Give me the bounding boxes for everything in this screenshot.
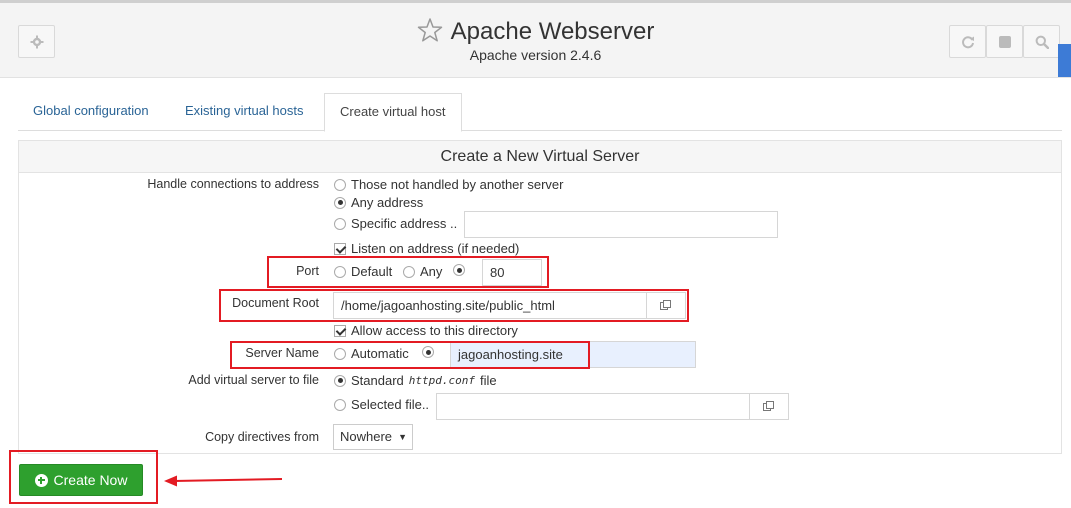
tab-existing-virtual-hosts[interactable]: Existing virtual hosts [170, 93, 319, 131]
allow-access[interactable]: Allow access to this directory [334, 323, 518, 338]
specific-address-input[interactable] [464, 211, 778, 238]
search-button[interactable] [1023, 25, 1060, 58]
handle-option-not-handled-label: Those not handled by another server [351, 177, 564, 192]
allow-access-label: Allow access to this directory [351, 323, 518, 338]
tab-global-configuration[interactable]: Global configuration [18, 93, 164, 131]
selected-file-chooser-button[interactable] [749, 393, 789, 420]
page-subtitle: Apache version 2.4.6 [469, 47, 602, 63]
pointer-arrow [164, 475, 283, 487]
page-header: Apache Webserver Apache version 2.4.6 [0, 3, 1071, 78]
plus-circle-icon [34, 473, 48, 487]
radio-selected-file[interactable] [334, 398, 346, 411]
side-panel-tab[interactable] [1058, 44, 1071, 77]
radio-specific-address[interactable] [334, 217, 346, 230]
title-area: Apache Webserver Apache version 2.4.6 [0, 17, 1071, 63]
stop-button[interactable] [986, 25, 1023, 58]
page-title: Apache Webserver [450, 17, 655, 45]
add-to-file-selected-label: Selected file.. [351, 397, 430, 412]
server-name-highlight-box [230, 341, 590, 369]
listen-checkbox[interactable] [334, 242, 346, 255]
add-to-file-selected[interactable]: Selected file.. [334, 397, 429, 412]
copy-directives-select[interactable]: Nowhere ▼ [333, 424, 413, 450]
document-root-highlight-box [219, 289, 689, 322]
handle-connections-label: Handle connections to address [147, 177, 319, 191]
listen-on-address[interactable]: Listen on address (if needed) [334, 241, 519, 256]
add-to-file-standard[interactable]: Standard httpd.conf file [334, 373, 497, 388]
tab-create-virtual-host[interactable]: Create virtual host [324, 93, 462, 132]
allow-access-checkbox[interactable] [334, 324, 346, 337]
refresh-button[interactable] [949, 25, 986, 58]
handle-option-any-address[interactable]: Any address [334, 195, 423, 210]
standard-file-name: httpd.conf [408, 374, 475, 387]
add-to-file-label: Add virtual server to file [188, 373, 319, 387]
copy-directives-label: Copy directives from [205, 430, 319, 444]
file-chooser-icon [763, 400, 774, 411]
handle-option-not-handled[interactable]: Those not handled by another server [334, 177, 563, 192]
radio-any-address[interactable] [334, 196, 346, 209]
handle-option-any-address-label: Any address [351, 195, 424, 210]
add-to-file-standard-label: Standard [351, 373, 404, 388]
handle-option-specific[interactable]: Specific address .. [334, 216, 457, 231]
stop-icon [998, 35, 1011, 48]
create-now-button[interactable]: Create Now [19, 464, 143, 496]
search-icon [1035, 35, 1049, 49]
radio-standard-file[interactable] [334, 374, 346, 387]
chevron-down-icon: ▼ [398, 432, 407, 442]
create-now-label: Create Now [53, 472, 128, 488]
star-icon[interactable] [417, 17, 443, 46]
listen-on-address-label: Listen on address (if needed) [351, 241, 520, 256]
standard-file-suffix: file [480, 373, 497, 388]
refresh-icon [961, 35, 974, 48]
port-highlight-box [267, 256, 549, 288]
copy-directives-value: Nowhere [340, 429, 393, 444]
panel-heading: Create a New Virtual Server [19, 141, 1061, 173]
selected-file-input[interactable] [436, 393, 750, 420]
radio-not-handled[interactable] [334, 178, 346, 191]
tab-bar: Global configuration Existing virtual ho… [18, 93, 1062, 132]
handle-option-specific-label: Specific address .. [351, 216, 458, 231]
